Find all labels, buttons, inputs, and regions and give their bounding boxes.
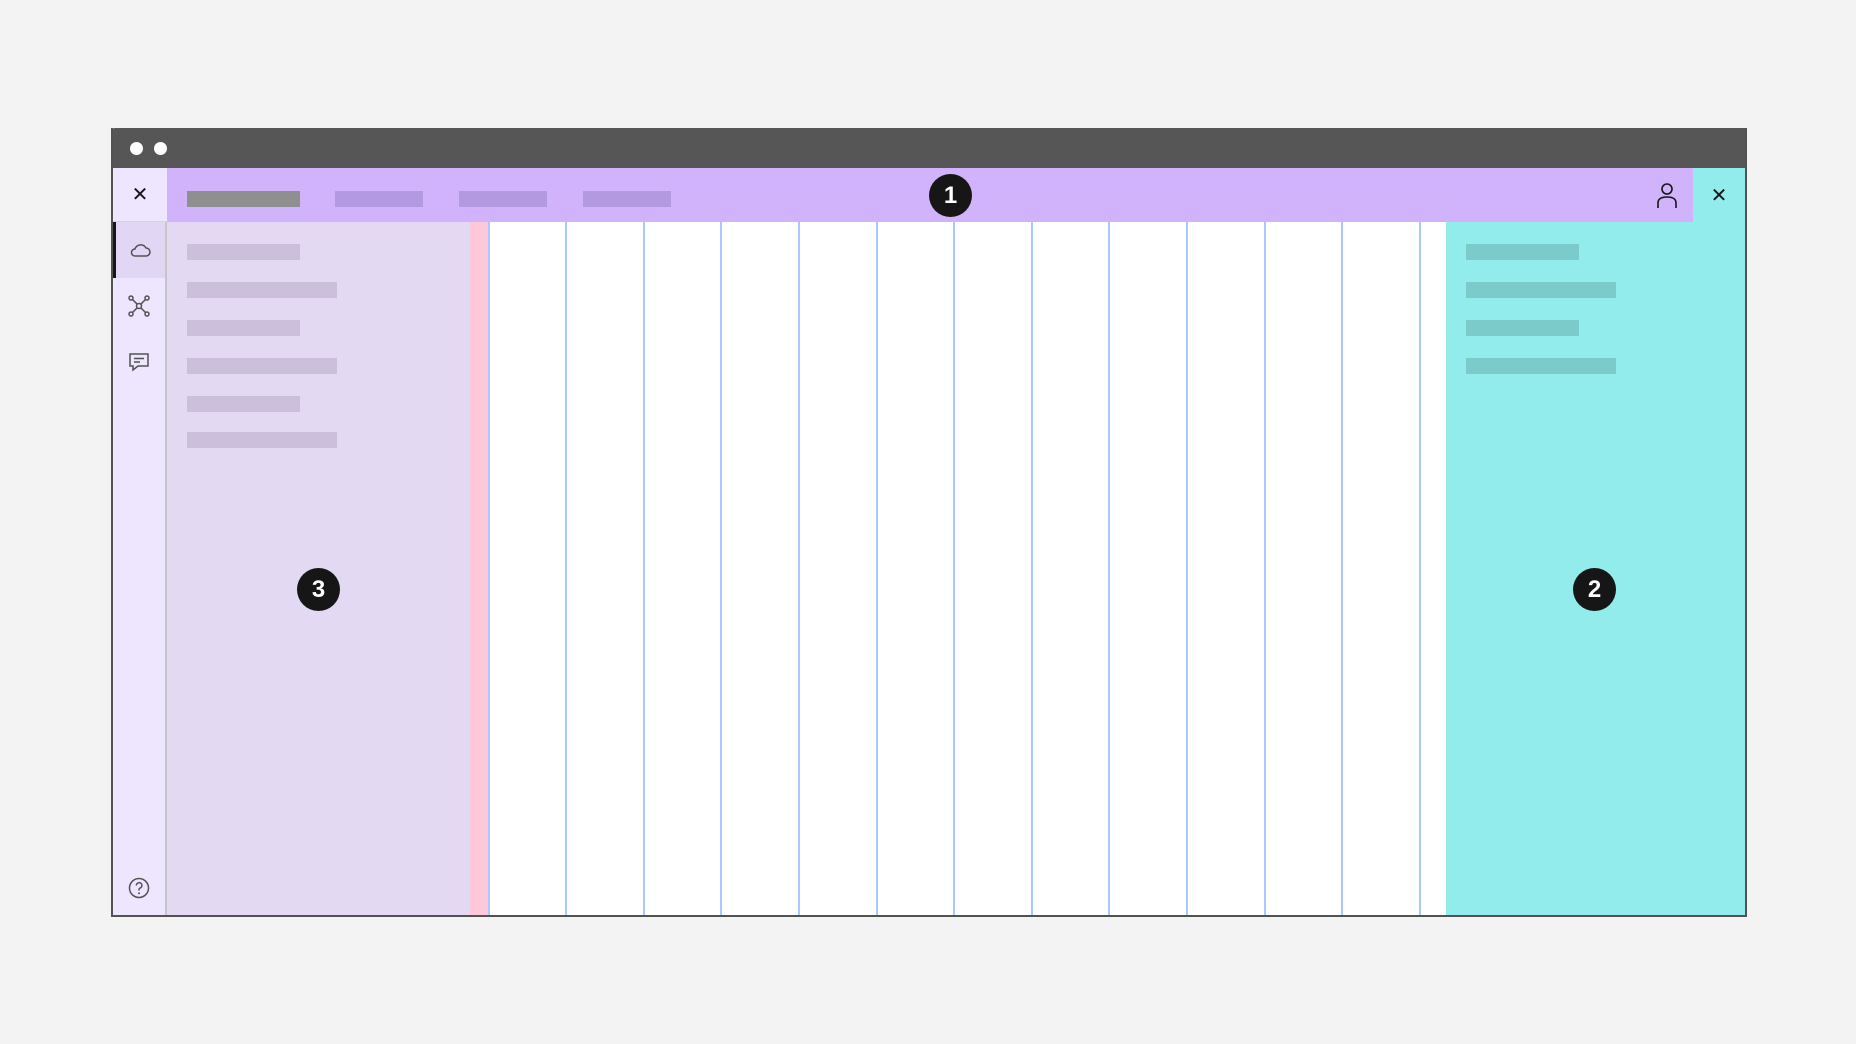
rail-item-network[interactable] bbox=[113, 278, 165, 334]
grid-column-line bbox=[876, 222, 878, 915]
grid-column-line bbox=[1108, 222, 1110, 915]
placeholder-line[interactable] bbox=[187, 358, 337, 374]
grid-column-line bbox=[488, 222, 490, 915]
header-nav-item-active[interactable] bbox=[187, 191, 300, 207]
window-control-dot[interactable] bbox=[154, 142, 167, 155]
placeholder-line[interactable] bbox=[1466, 282, 1616, 298]
side-rail bbox=[113, 222, 167, 915]
cloud-icon bbox=[130, 244, 151, 257]
grid-column-line bbox=[1031, 222, 1033, 915]
grid-column-line bbox=[720, 222, 722, 915]
network-icon bbox=[128, 295, 150, 317]
panel-gutter bbox=[470, 222, 488, 915]
header-nav-item[interactable] bbox=[335, 191, 423, 207]
header-nav-item[interactable] bbox=[583, 191, 671, 207]
grid-column-line bbox=[953, 222, 955, 915]
content-grid bbox=[488, 222, 1446, 915]
placeholder-line[interactable] bbox=[1466, 244, 1579, 260]
grid-column-line bbox=[565, 222, 567, 915]
grid-column-line bbox=[1419, 222, 1421, 915]
close-icon[interactable]: ✕ bbox=[1693, 168, 1745, 222]
chat-icon bbox=[129, 353, 149, 372]
window-control-dot[interactable] bbox=[130, 142, 143, 155]
grid-column-line bbox=[643, 222, 645, 915]
rail-item-cloud[interactable] bbox=[113, 222, 165, 278]
placeholder-line[interactable] bbox=[187, 396, 300, 412]
help-icon bbox=[128, 877, 150, 899]
grid-column-line bbox=[798, 222, 800, 915]
rail-item-chat[interactable] bbox=[113, 334, 165, 390]
placeholder-line[interactable] bbox=[187, 244, 300, 260]
marker-badge-header: 1 bbox=[929, 174, 972, 217]
placeholder-line[interactable] bbox=[1466, 358, 1616, 374]
user-icon[interactable] bbox=[1655, 181, 1679, 209]
grid-column-line bbox=[1341, 222, 1343, 915]
window-titlebar bbox=[113, 128, 1745, 168]
header-nav-item[interactable] bbox=[459, 191, 547, 207]
rail-item-help[interactable] bbox=[113, 860, 165, 915]
app-window: ✕ ✕ bbox=[111, 128, 1747, 917]
close-icon[interactable]: ✕ bbox=[113, 168, 167, 222]
grid-column-line bbox=[1186, 222, 1188, 915]
placeholder-line[interactable] bbox=[1466, 320, 1579, 336]
placeholder-line[interactable] bbox=[187, 320, 300, 336]
placeholder-line[interactable] bbox=[187, 282, 337, 298]
marker-badge-right-panel: 2 bbox=[1573, 568, 1616, 611]
marker-badge-left-panel: 3 bbox=[297, 568, 340, 611]
grid-column-line bbox=[1264, 222, 1266, 915]
placeholder-line[interactable] bbox=[187, 432, 337, 448]
